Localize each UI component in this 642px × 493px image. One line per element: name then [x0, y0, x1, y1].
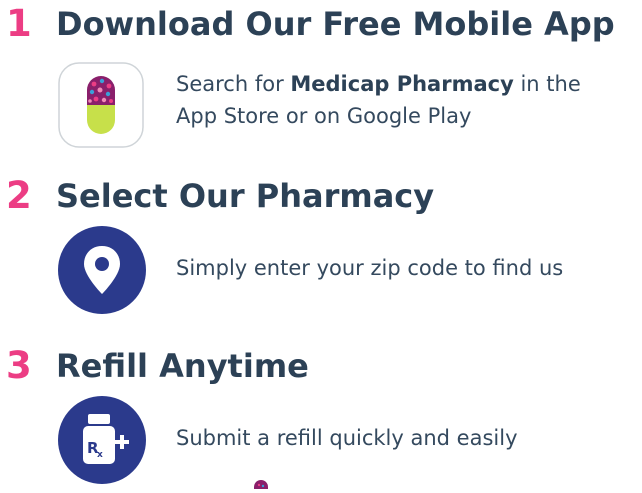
step-1-number: 1 — [6, 2, 32, 45]
pill-app-icon — [58, 62, 144, 148]
step-3-number: 3 — [6, 344, 32, 387]
step-2-text: Simply enter your zip code to find us — [176, 256, 564, 280]
step-3-text: Submit a refill quickly and easily — [176, 426, 518, 450]
pill-icon — [254, 480, 268, 489]
step-1-text-line2: App Store or on Google Play — [176, 104, 472, 128]
step-1-text-before: Search for — [176, 72, 291, 96]
step-1-text-after: in the — [513, 72, 581, 96]
step-2-title: Select Our Pharmacy — [56, 177, 435, 215]
app-icon — [58, 62, 144, 148]
step-1-text: Search for Medicap Pharmacy in the App S… — [176, 68, 581, 132]
map-pin-icon — [84, 246, 120, 294]
partial-pill-graphic — [246, 474, 276, 489]
svg-text:x: x — [97, 450, 103, 460]
rx-bottle-icon: R x — [83, 414, 129, 464]
refill-circle: R x — [58, 396, 146, 484]
step-3-title: Refill Anytime — [56, 347, 309, 385]
step-1-title: Download Our Free Mobile App — [56, 5, 615, 43]
location-circle — [58, 226, 146, 314]
pharmacy-name: Medicap Pharmacy — [290, 72, 514, 96]
step-2-number: 2 — [6, 174, 32, 217]
